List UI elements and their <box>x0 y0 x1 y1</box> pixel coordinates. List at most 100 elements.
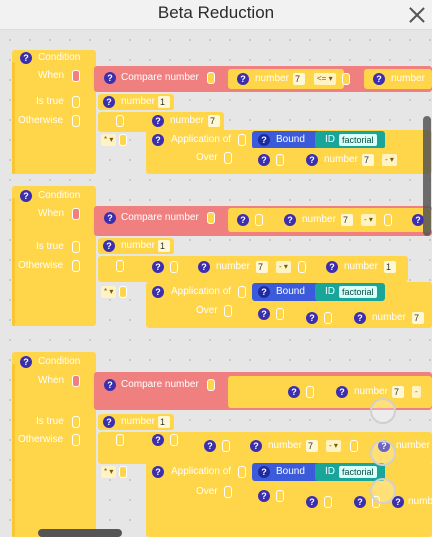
number-field[interactable]: 1 <box>158 416 170 428</box>
help-icon[interactable]: ? <box>288 386 300 398</box>
number-label: number <box>216 261 250 272</box>
help-icon[interactable]: ? <box>103 96 115 108</box>
otherwise-label: Otherwise <box>18 115 64 126</box>
number-label: number <box>121 240 155 251</box>
help-icon[interactable]: ? <box>258 286 270 298</box>
help-icon[interactable]: ? <box>104 72 116 84</box>
help-icon[interactable]: ? <box>20 52 32 64</box>
number-field[interactable]: 7 <box>412 312 424 324</box>
operator-dropdown[interactable]: - ▾ <box>326 440 341 452</box>
when-label: When <box>38 375 65 386</box>
bound-label: Bound <box>276 286 305 297</box>
zoom-out-icon[interactable] <box>370 478 396 504</box>
over-label: Over <box>196 486 218 497</box>
help-icon[interactable]: ? <box>152 286 164 298</box>
help-icon[interactable]: ? <box>104 212 116 224</box>
help-icon[interactable]: ? <box>152 134 164 146</box>
help-icon[interactable]: ? <box>20 356 32 368</box>
otherwise-label: Otherwise <box>18 260 64 271</box>
is-true-label: Is true <box>36 96 64 107</box>
number-field[interactable]: 7 <box>256 261 268 273</box>
help-icon[interactable]: ? <box>152 466 164 478</box>
id-label: ID <box>325 286 335 297</box>
help-icon[interactable]: ? <box>198 261 210 273</box>
help-icon[interactable]: ? <box>258 134 270 146</box>
number-label: number <box>268 440 302 451</box>
help-icon[interactable]: ? <box>258 466 270 478</box>
operator-dropdown[interactable]: <= ▾ <box>314 73 336 85</box>
help-icon[interactable]: ? <box>306 154 318 166</box>
operator-dropdown[interactable]: - ▾ <box>382 154 397 166</box>
number-field[interactable]: 7 <box>293 73 305 85</box>
help-icon[interactable]: ? <box>237 73 249 85</box>
number-label: number <box>354 386 388 397</box>
help-icon[interactable]: ? <box>152 115 164 127</box>
number-field[interactable]: 1 <box>158 96 170 108</box>
number-field[interactable]: 7 <box>392 386 404 398</box>
compare-number-label: Compare number <box>121 212 199 223</box>
help-icon[interactable]: ? <box>104 379 116 391</box>
help-icon[interactable]: ? <box>284 214 296 226</box>
close-icon[interactable] <box>406 4 428 26</box>
help-icon[interactable]: ? <box>373 73 385 85</box>
recenter-icon[interactable] <box>370 398 396 424</box>
help-icon[interactable]: ? <box>258 490 270 502</box>
bound-label: Bound <box>276 134 305 145</box>
help-icon[interactable]: ? <box>152 434 164 446</box>
number-field[interactable]: 1 <box>384 261 396 273</box>
over-label: Over <box>196 305 218 316</box>
help-icon[interactable]: ? <box>237 214 249 226</box>
number-field[interactable]: 1 <box>158 240 170 252</box>
application-of-label: Application of <box>171 286 232 297</box>
operator-dropdown[interactable]: - ▾ <box>276 261 291 273</box>
id-field[interactable]: factorial <box>339 466 377 478</box>
title-bar: Beta Reduction <box>0 0 432 30</box>
operator-dropdown[interactable]: * ▾ <box>101 286 117 298</box>
compare-number-label: Compare number <box>121 379 199 390</box>
horizontal-scrollbar[interactable] <box>38 529 122 537</box>
help-icon[interactable]: ? <box>250 440 262 452</box>
operator-dropdown[interactable]: - <box>412 386 421 398</box>
number-label: number <box>170 115 204 126</box>
operator-dropdown[interactable]: - ▾ <box>361 214 376 226</box>
help-icon[interactable]: ? <box>258 308 270 320</box>
id-label: ID <box>325 466 335 477</box>
help-icon[interactable]: ? <box>306 496 318 508</box>
number-field[interactable]: 7 <box>362 154 374 166</box>
number-field[interactable]: 7 <box>208 115 220 127</box>
number-label: number <box>324 154 358 165</box>
id-field[interactable]: factorial <box>339 286 377 298</box>
operator-dropdown[interactable]: * ▾ <box>101 466 117 478</box>
help-icon[interactable]: ? <box>354 496 366 508</box>
when-label: When <box>38 70 65 81</box>
vertical-scrollbar[interactable] <box>423 116 431 236</box>
application-of-label: Application of <box>171 134 232 145</box>
when-label: When <box>38 208 65 219</box>
condition-block-1[interactable] <box>12 50 96 174</box>
help-icon[interactable]: ? <box>354 312 366 324</box>
id-label: ID <box>325 134 335 145</box>
help-icon[interactable]: ? <box>152 261 164 273</box>
help-icon[interactable]: ? <box>326 261 338 273</box>
condition-block-2[interactable] <box>12 186 96 326</box>
help-icon[interactable]: ? <box>258 154 270 166</box>
number-label: number <box>121 96 155 107</box>
number-field[interactable]: 7 <box>306 440 318 452</box>
number-label: number <box>372 312 406 323</box>
blockly-workspace[interactable]: ? Condition When Is true Otherwise ? Com… <box>0 30 432 537</box>
help-icon[interactable]: ? <box>204 440 216 452</box>
help-icon[interactable]: ? <box>336 386 348 398</box>
number-field[interactable]: 7 <box>341 214 353 226</box>
operator-dropdown[interactable]: * ▾ <box>101 134 117 146</box>
help-icon[interactable]: ? <box>20 190 32 202</box>
help-icon[interactable]: ? <box>103 416 115 428</box>
number-label: number <box>391 73 425 84</box>
bound-label: Bound <box>276 466 305 477</box>
number-label: number <box>302 214 336 225</box>
number-label: number <box>408 496 432 507</box>
zoom-in-icon[interactable] <box>370 440 396 466</box>
number-label: number <box>396 440 430 451</box>
help-icon[interactable]: ? <box>103 240 115 252</box>
id-field[interactable]: factorial <box>339 134 377 146</box>
help-icon[interactable]: ? <box>306 312 318 324</box>
